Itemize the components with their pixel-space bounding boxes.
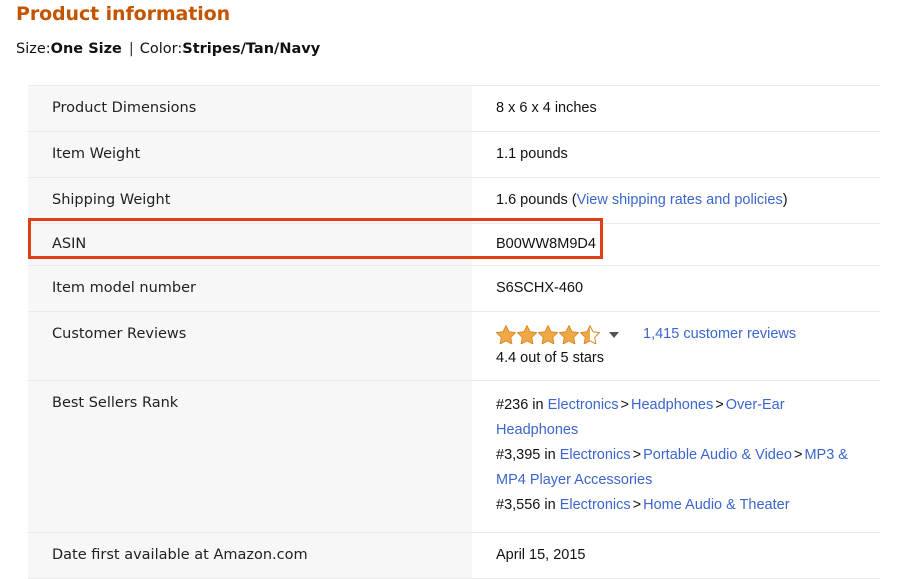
row-value-product-dimensions: 8 x 6 x 4 inches (472, 86, 880, 132)
size-value: One Size (51, 41, 122, 57)
table-row: Shipping Weight 1.6 pounds (View shippin… (28, 178, 880, 224)
table-row: Customer Reviews (28, 312, 880, 381)
shipping-weight-suffix: ) (783, 192, 788, 208)
row-value-best-sellers-rank: #236 in Electronics>Headphones>Over-Ear … (472, 381, 880, 533)
bsr-in: in (544, 497, 555, 513)
bsr-in: in (532, 397, 543, 413)
row-value-shipping-weight: 1.6 pounds (View shipping rates and poli… (472, 178, 880, 224)
best-sellers-rank-entry: #3,395 in Electronics>Portable Audio & V… (496, 443, 870, 493)
size-label: Size: (16, 41, 51, 57)
row-label-date-first-available: Date first available at Amazon.com (28, 533, 472, 579)
table-row: Item model number S6SCHX-460 (28, 266, 880, 312)
page-title: Product information (16, 0, 230, 28)
bsr-category-link[interactable]: Home Audio & Theater (643, 497, 789, 513)
bsr-rank: #3,556 (496, 497, 540, 513)
variant-separator: | (122, 39, 140, 59)
bsr-separator: > (792, 447, 804, 463)
bsr-category-link[interactable]: Electronics (548, 397, 619, 413)
row-label-shipping-weight: Shipping Weight (28, 178, 472, 224)
variant-summary: Size:One Size|Color:Stripes/Tan/Navy (16, 39, 320, 59)
bsr-separator: > (713, 397, 725, 413)
rating-summary: 1,415 customer reviews (496, 324, 870, 345)
table-row: Item Weight 1.1 pounds (28, 132, 880, 178)
bsr-separator: > (619, 397, 631, 413)
bsr-rank: #3,395 (496, 447, 540, 463)
bsr-separator: > (631, 497, 643, 513)
row-label-asin: ASIN (28, 224, 472, 266)
row-value-item-weight: 1.1 pounds (472, 132, 880, 178)
row-value-customer-reviews: 1,415 customer reviews 4.4 out of 5 star… (472, 312, 880, 381)
table-row-asin: ASIN B00WW8M9D4 (28, 224, 880, 266)
bsr-category-link[interactable]: Headphones (631, 397, 713, 413)
row-value-asin: B00WW8M9D4 (472, 224, 880, 266)
table-row: Product Dimensions 8 x 6 x 4 inches (28, 86, 880, 132)
star-rating-icon[interactable] (496, 325, 600, 344)
bsr-separator: > (631, 447, 643, 463)
row-label-product-dimensions: Product Dimensions (28, 86, 472, 132)
best-sellers-rank-entry: #236 in Electronics>Headphones>Over-Ear … (496, 393, 870, 443)
bsr-category-link[interactable]: Electronics (560, 447, 631, 463)
row-label-best-sellers-rank: Best Sellers Rank (28, 381, 472, 533)
row-value-item-model-number: S6SCHX-460 (472, 266, 880, 312)
shipping-weight-text: 1.6 pounds ( (496, 192, 577, 208)
row-label-item-model-number: Item model number (28, 266, 472, 312)
row-label-item-weight: Item Weight (28, 132, 472, 178)
product-information-page: Product information Size:One Size|Color:… (0, 0, 908, 570)
table-row: Best Sellers Rank #236 in Electronics>He… (28, 381, 880, 533)
bsr-in: in (544, 447, 555, 463)
table-row: Date first available at Amazon.com April… (28, 533, 880, 579)
chevron-down-icon[interactable] (609, 332, 619, 338)
product-details-table: Product Dimensions 8 x 6 x 4 inches Item… (28, 85, 880, 579)
row-label-customer-reviews: Customer Reviews (28, 312, 472, 381)
bsr-category-link[interactable]: Portable Audio & Video (643, 447, 792, 463)
color-value: Stripes/Tan/Navy (182, 41, 320, 57)
best-sellers-rank-entry: #3,556 in Electronics>Home Audio & Theat… (496, 493, 870, 518)
row-value-date-first-available: April 15, 2015 (472, 533, 880, 579)
bsr-rank: #236 (496, 397, 528, 413)
bsr-category-link[interactable]: Electronics (560, 497, 631, 513)
rating-text: 4.4 out of 5 stars (496, 348, 870, 368)
color-label: Color: (140, 41, 183, 57)
customer-reviews-count-link[interactable]: 1,415 customer reviews (643, 324, 796, 345)
view-shipping-rates-link[interactable]: View shipping rates and policies (577, 192, 783, 208)
